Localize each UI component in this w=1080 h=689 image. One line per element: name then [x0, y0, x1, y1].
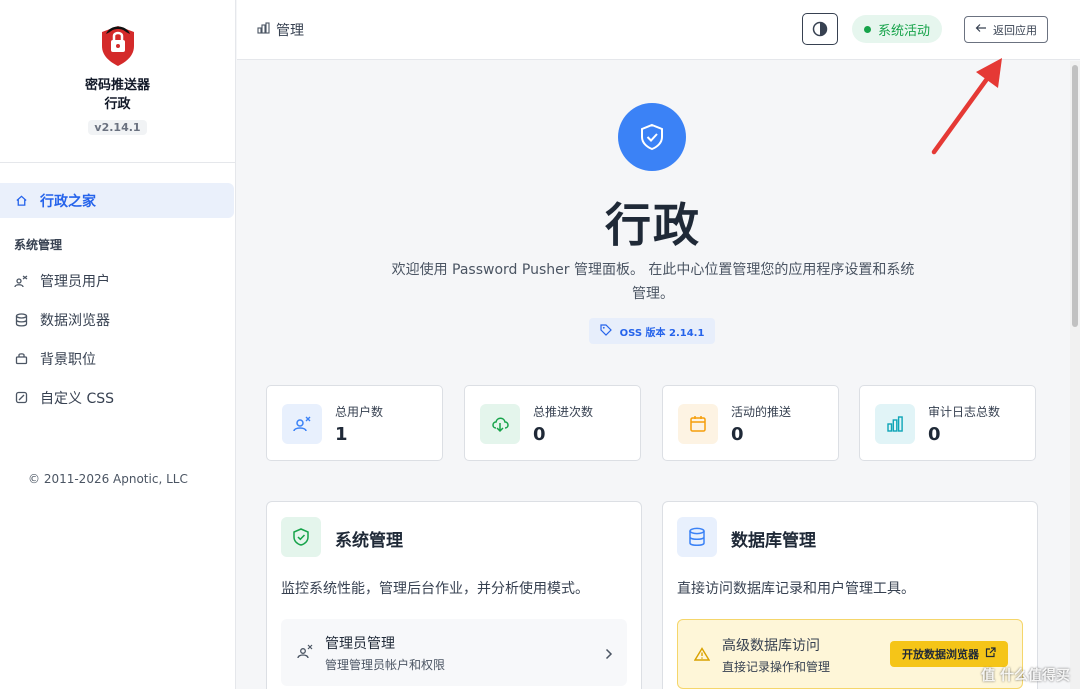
chevron-right-icon [605, 645, 613, 664]
sidebar-item-label: 管理员用户 [40, 273, 110, 290]
sidebar-item-background-jobs[interactable]: 背景职位 [0, 341, 235, 376]
sidebar-item-label: 数据浏览器 [40, 312, 110, 329]
stat-value: 0 [928, 424, 941, 445]
shield-check-icon [281, 517, 321, 557]
stat-value: 0 [731, 424, 744, 445]
sidebar-item-label: 自定义 CSS [40, 390, 114, 407]
user-admin-icon [297, 643, 313, 663]
back-to-app-button[interactable]: 返回应用 [964, 16, 1048, 43]
sidebar-item-label: 背景职位 [40, 351, 96, 368]
brand-line-1: 密码推送器 [84, 78, 150, 93]
arrow-left-icon [975, 23, 987, 36]
card-title: 数据库管理 [731, 531, 816, 551]
card-title: 系统管理 [335, 531, 403, 551]
main-scrollbar[interactable] [1070, 61, 1080, 689]
css-icon [14, 391, 28, 405]
sidebar-item-admin-home[interactable]: 行政之家 [0, 183, 234, 218]
sidebar-item-custom-css[interactable]: 自定义 CSS [0, 380, 235, 415]
database-management-card: 数据库管理 直接访问数据库记录和用户管理工具。 高级数据库访问 直接记录操作和管… [662, 501, 1038, 689]
admin-management-link[interactable]: 管理员管理 管理管理员帐户和权限 [281, 619, 627, 686]
alert-title: 高级数据库访问 [722, 638, 820, 654]
sidebar-item-label: 行政之家 [40, 193, 96, 210]
stat-card-total-pushes: 总推进次数 0 [464, 385, 641, 461]
advanced-db-access-alert: 高级数据库访问 直接记录操作和管理 开放数据浏览器 [677, 619, 1023, 689]
brand: 密码推送器 行政 v2.14.1 [0, 0, 235, 163]
stat-card-audit-logs: 审计日志总数 0 [859, 385, 1036, 461]
oss-badge-label: OSS 版本 2.14.1 [619, 327, 705, 339]
breadcrumb-label: 管理 [276, 22, 304, 39]
sidebar-nav: 行政之家 系统管理 管理员用户 数据浏览器 背景职位 自定义 CSS [0, 163, 235, 415]
jobs-icon [14, 352, 28, 366]
sidebar-item-admin-users[interactable]: 管理员用户 [0, 263, 235, 298]
card-description: 直接访问数据库记录和用户管理工具。 [677, 581, 915, 597]
stat-card-active-pushes: 活动的推送 0 [662, 385, 839, 461]
bar-chart-icon [257, 21, 270, 38]
copyright: © 2011-2026 Apnotic, LLC [28, 472, 188, 486]
stat-label: 活动的推送 [731, 405, 792, 419]
button-label: 开放数据浏览器 [902, 648, 979, 661]
users-icon [282, 404, 322, 444]
status-dot-icon [864, 25, 871, 33]
card-description: 监控系统性能，管理后台作业，并分析使用模式。 [281, 581, 589, 597]
page-description: 欢迎使用 Password Pusher 管理面板。 在此中心位置管理您的应用程… [391, 262, 915, 302]
cloud-download-icon [480, 404, 520, 444]
external-link-icon [985, 647, 996, 661]
brand-line-2: 行政 [104, 97, 131, 112]
contrast-icon [812, 21, 828, 37]
version-badge: v2.14.1 [88, 120, 147, 135]
user-admin-icon [14, 274, 28, 288]
warning-icon [693, 646, 711, 665]
bar-chart-icon [875, 404, 915, 444]
main-content: 行政 欢迎使用 Password Pusher 管理面板。 在此中心位置管理您的… [237, 61, 1069, 689]
sidebar-item-data-browser[interactable]: 数据浏览器 [0, 302, 235, 337]
shield-check-icon [618, 103, 686, 171]
calendar-icon [678, 404, 718, 444]
page-title: 行政 [605, 198, 701, 252]
stat-label: 审计日志总数 [928, 405, 1001, 419]
stat-value: 1 [335, 424, 348, 445]
scrollbar-thumb[interactable] [1072, 65, 1078, 327]
row-subtitle: 管理管理员帐户和权限 [325, 658, 446, 672]
system-management-card: 系统管理 监控系统性能，管理后台作业，并分析使用模式。 管理员管理 管理管理员帐… [266, 501, 642, 689]
brand-name: 密码推送器 行政 [85, 76, 150, 114]
top-header: 管理 系统活动 返回应用 [237, 0, 1080, 60]
stat-label: 总推进次数 [533, 405, 594, 419]
oss-version-badge: OSS 版本 2.14.1 [589, 318, 715, 344]
stat-value: 0 [533, 424, 546, 445]
open-data-browser-button[interactable]: 开放数据浏览器 [890, 641, 1008, 667]
row-title: 管理员管理 [325, 636, 395, 652]
tag-icon [599, 323, 612, 339]
status-label: 系统活动 [878, 23, 931, 39]
database-icon [677, 517, 717, 557]
alert-subtitle: 直接记录操作和管理 [722, 660, 831, 674]
home-icon [14, 194, 28, 208]
stat-card-total-users: 总用户数 1 [266, 385, 443, 461]
watermark: 值 什么值得买 [981, 668, 1070, 684]
breadcrumb: 管理 [257, 20, 304, 40]
stat-label: 总用户数 [335, 405, 384, 419]
status-badge: 系统活动 [852, 15, 943, 43]
back-label: 返回应用 [993, 23, 1037, 37]
logo-icon [101, 26, 134, 66]
sidebar: 密码推送器 行政 v2.14.1 行政之家 系统管理 管理员用户 数据浏览器 背… [0, 0, 236, 689]
database-icon [14, 312, 28, 327]
theme-toggle-button[interactable] [802, 13, 838, 45]
sidebar-section-label: 系统管理 [14, 238, 63, 252]
